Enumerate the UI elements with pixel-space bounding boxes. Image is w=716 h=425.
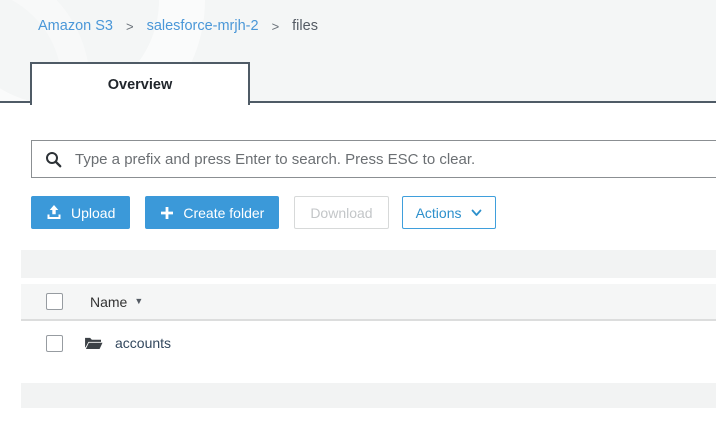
search-icon [45,151,62,168]
breadcrumb-separator-icon: > [126,19,134,34]
breadcrumb-separator-icon: > [272,19,280,34]
create-folder-button[interactable]: Create folder [145,196,279,229]
actions-button-label: Actions [416,205,462,221]
breadcrumb-current-prefix: files [292,18,318,34]
download-button-label: Download [310,205,372,221]
breadcrumb: Amazon S3 > salesforce-mrjh-2 > files [38,18,318,34]
column-header-name[interactable]: Name ▼ [90,294,143,310]
tab-overview-label: Overview [108,77,173,93]
folder-icon [84,336,103,351]
actions-dropdown-button[interactable]: Actions [402,196,496,229]
table-footer-band [21,383,716,408]
breadcrumb-bucket-link[interactable]: salesforce-mrjh-2 [147,18,259,34]
upload-button[interactable]: Upload [31,196,130,229]
upload-icon [46,205,62,220]
create-folder-button-label: Create folder [183,205,264,221]
row-checkbox[interactable] [46,335,63,352]
table-header-row: Name ▼ [21,284,716,321]
folder-name-link[interactable]: accounts [115,335,171,351]
upload-button-label: Upload [71,205,115,221]
object-actions-toolbar: Upload Create folder Download Actions [31,196,496,229]
select-all-checkbox[interactable] [46,293,63,310]
table-row: accounts [21,321,716,365]
download-button[interactable]: Download [294,196,388,229]
prefix-search-input[interactable] [75,151,716,168]
tab-overview[interactable]: Overview [30,62,250,105]
sort-desc-icon: ▼ [134,297,143,306]
breadcrumb-amazon-s3-link[interactable]: Amazon S3 [38,18,113,34]
prefix-search-box [31,140,716,178]
column-header-name-label: Name [90,294,127,310]
chevron-down-icon [471,209,482,217]
table-toolbar-band [21,250,716,278]
plus-icon [160,206,174,220]
